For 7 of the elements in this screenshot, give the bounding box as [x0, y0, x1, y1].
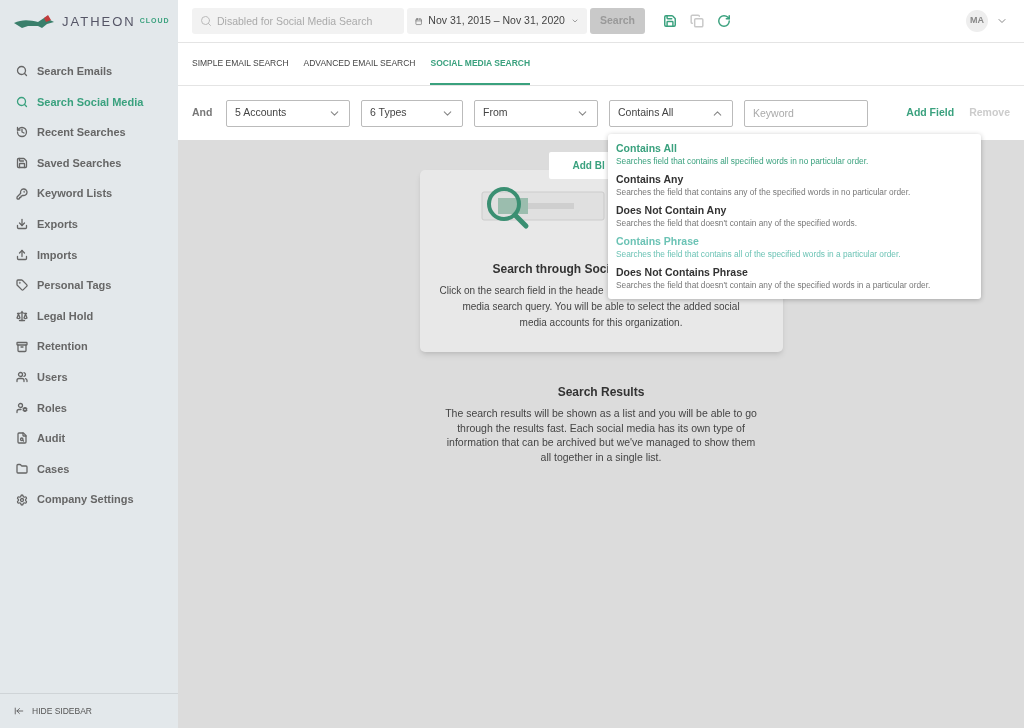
- description-line: media search query. You will be able to select the added social: [462, 300, 740, 314]
- results-description: The search results will be shown as a list and you will be able to go through the results fast. Each social media has its own type of information that can be archived but we've managed to show them all together in a single list.: [444, 406, 758, 464]
- description-line: media accounts for this organization.: [519, 316, 683, 330]
- description-line: Click on the search field in the heade: [439, 284, 604, 298]
- logo-text: JATHEON: [62, 12, 136, 31]
- results-title: Search Results: [557, 384, 645, 401]
- operator-label: And: [192, 105, 214, 121]
